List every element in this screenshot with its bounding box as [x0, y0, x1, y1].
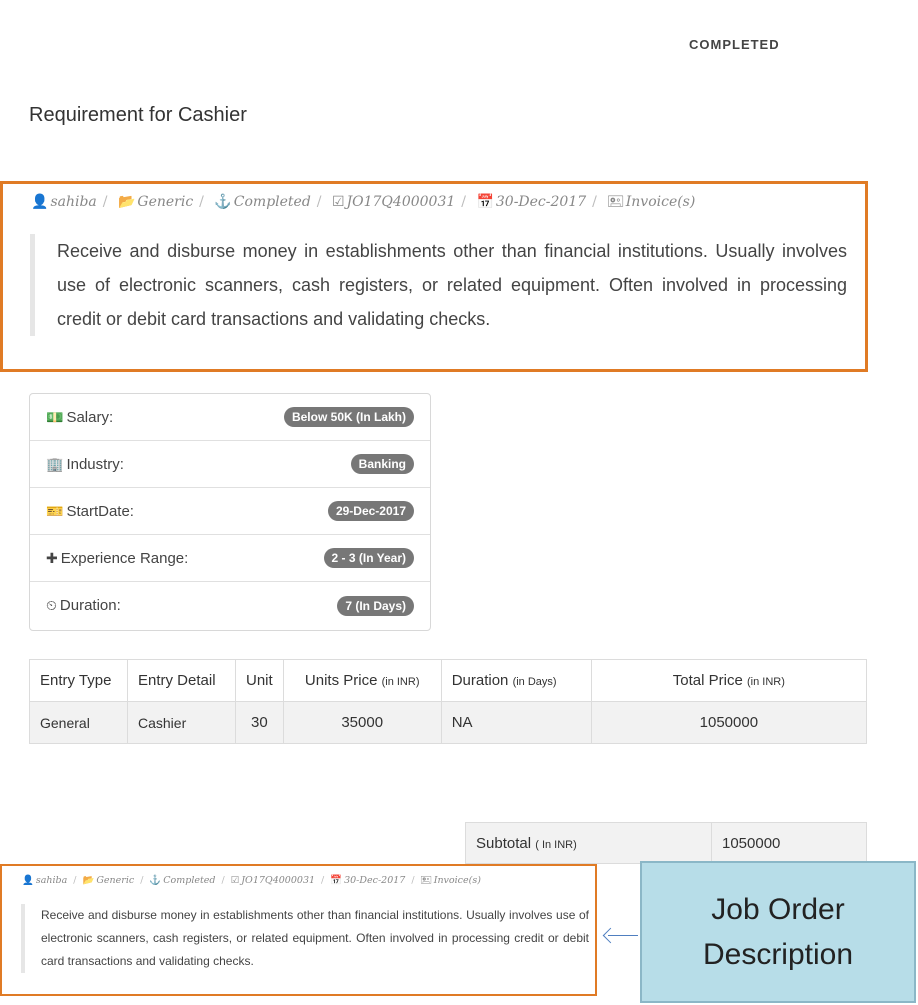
start-date-badge: 29-Dec-2017: [327, 501, 414, 521]
invoice-icon: 🖭: [607, 194, 624, 210]
subtotal-value: 1050000: [711, 822, 867, 864]
building-icon: 🏢: [46, 455, 64, 472]
folder-icon: 📂: [117, 194, 136, 210]
detail-row-start-date: 🎫 StartDate: 29-Dec-2017: [30, 488, 430, 535]
detail-row-salary: 💵 Salary: Below 50K (In Lakh): [30, 394, 430, 441]
meta-bar: 👤 sahiba / 📂 Generic / ⚓ Completed / ☑ JO17Q400…: [31, 194, 696, 210]
detail-row-duration: ⏲ Duration: 7 (In Days): [30, 582, 430, 629]
meta-item-category[interactable]: 📂 Generic: [118, 194, 193, 210]
page-title: Requirement for Cashier: [29, 104, 247, 126]
description-highlight-box-small: 👤 sahiba / 📂 Generic / ⚓ Completed / ☑ JO17Q400003…: [0, 864, 597, 996]
col-units-price: Units Price (in INR): [282, 659, 442, 702]
col-entry-detail: Entry Detail: [127, 659, 236, 702]
col-entry-type: Entry Type: [29, 659, 128, 702]
callout-arrow-head: [602, 927, 619, 944]
meta-item-date[interactable]: 📅 30-Dec-2017: [476, 194, 586, 210]
entries-table: Entry Type Entry Detail Unit Units Price…: [29, 659, 868, 744]
description-highlight-box: 👤 sahiba / 📂 Generic / ⚓ Completed / ☑ JO17Q400…: [0, 181, 868, 372]
job-description: Receive and disburse money in establishm…: [30, 234, 847, 336]
check-square-icon: ☑: [331, 194, 345, 210]
status-label: COMPLETED: [689, 37, 780, 52]
salary-badge: Below 50K (In Lakh): [283, 407, 414, 427]
subtotal-table: Subtotal ( In INR) 1050000: [465, 822, 867, 864]
money-icon: 💵: [46, 408, 64, 425]
job-description-small: Receive and disburse money in establishm…: [21, 904, 589, 973]
subtotal-row: Subtotal ( In INR) 1050000: [465, 822, 867, 864]
industry-badge: Banking: [350, 454, 414, 474]
meta-item-job-id[interactable]: ☑ JO17Q4000031: [332, 194, 455, 210]
table-row: General Cashier 30 35000 NA 1050000: [29, 701, 868, 744]
col-total-price: Total Price (in INR): [590, 659, 868, 702]
subtotal-label: Subtotal ( In INR): [465, 822, 712, 864]
job-order-description-callout: Job Order Description: [640, 861, 916, 1003]
ticket-icon: 🎫: [46, 502, 64, 519]
plus-icon: ✚: [46, 549, 58, 566]
detail-row-experience: ✚ Experience Range: 2 - 3 (In Year): [30, 535, 430, 582]
calendar-icon: 📅: [476, 194, 494, 210]
meta-item-invoice[interactable]: 🖭 Invoice(s): [607, 194, 695, 210]
detail-row-industry: 🏢 Industry: Banking: [30, 441, 430, 488]
meta-bar-small: 👤 sahiba / 📂 Generic / ⚓ Completed / ☑ JO17Q400003…: [22, 875, 481, 886]
job-details-panel: 💵 Salary: Below 50K (In Lakh) 🏢 Industry: …: [29, 393, 431, 631]
col-duration: Duration (in Days): [440, 659, 592, 702]
meta-item-author[interactable]: 👤 sahiba: [31, 194, 97, 210]
duration-badge: 7 (In Days): [337, 595, 414, 616]
table-header-row: Entry Type Entry Detail Unit Units Price…: [29, 659, 868, 702]
meta-item-status[interactable]: ⚓ Completed: [214, 194, 310, 210]
clock-icon: ⏲: [46, 597, 57, 613]
col-unit: Unit: [235, 659, 284, 702]
anchor-icon: ⚓: [214, 194, 232, 210]
experience-badge: 2 - 3 (In Year): [323, 548, 414, 568]
user-icon: 👤: [31, 194, 49, 210]
